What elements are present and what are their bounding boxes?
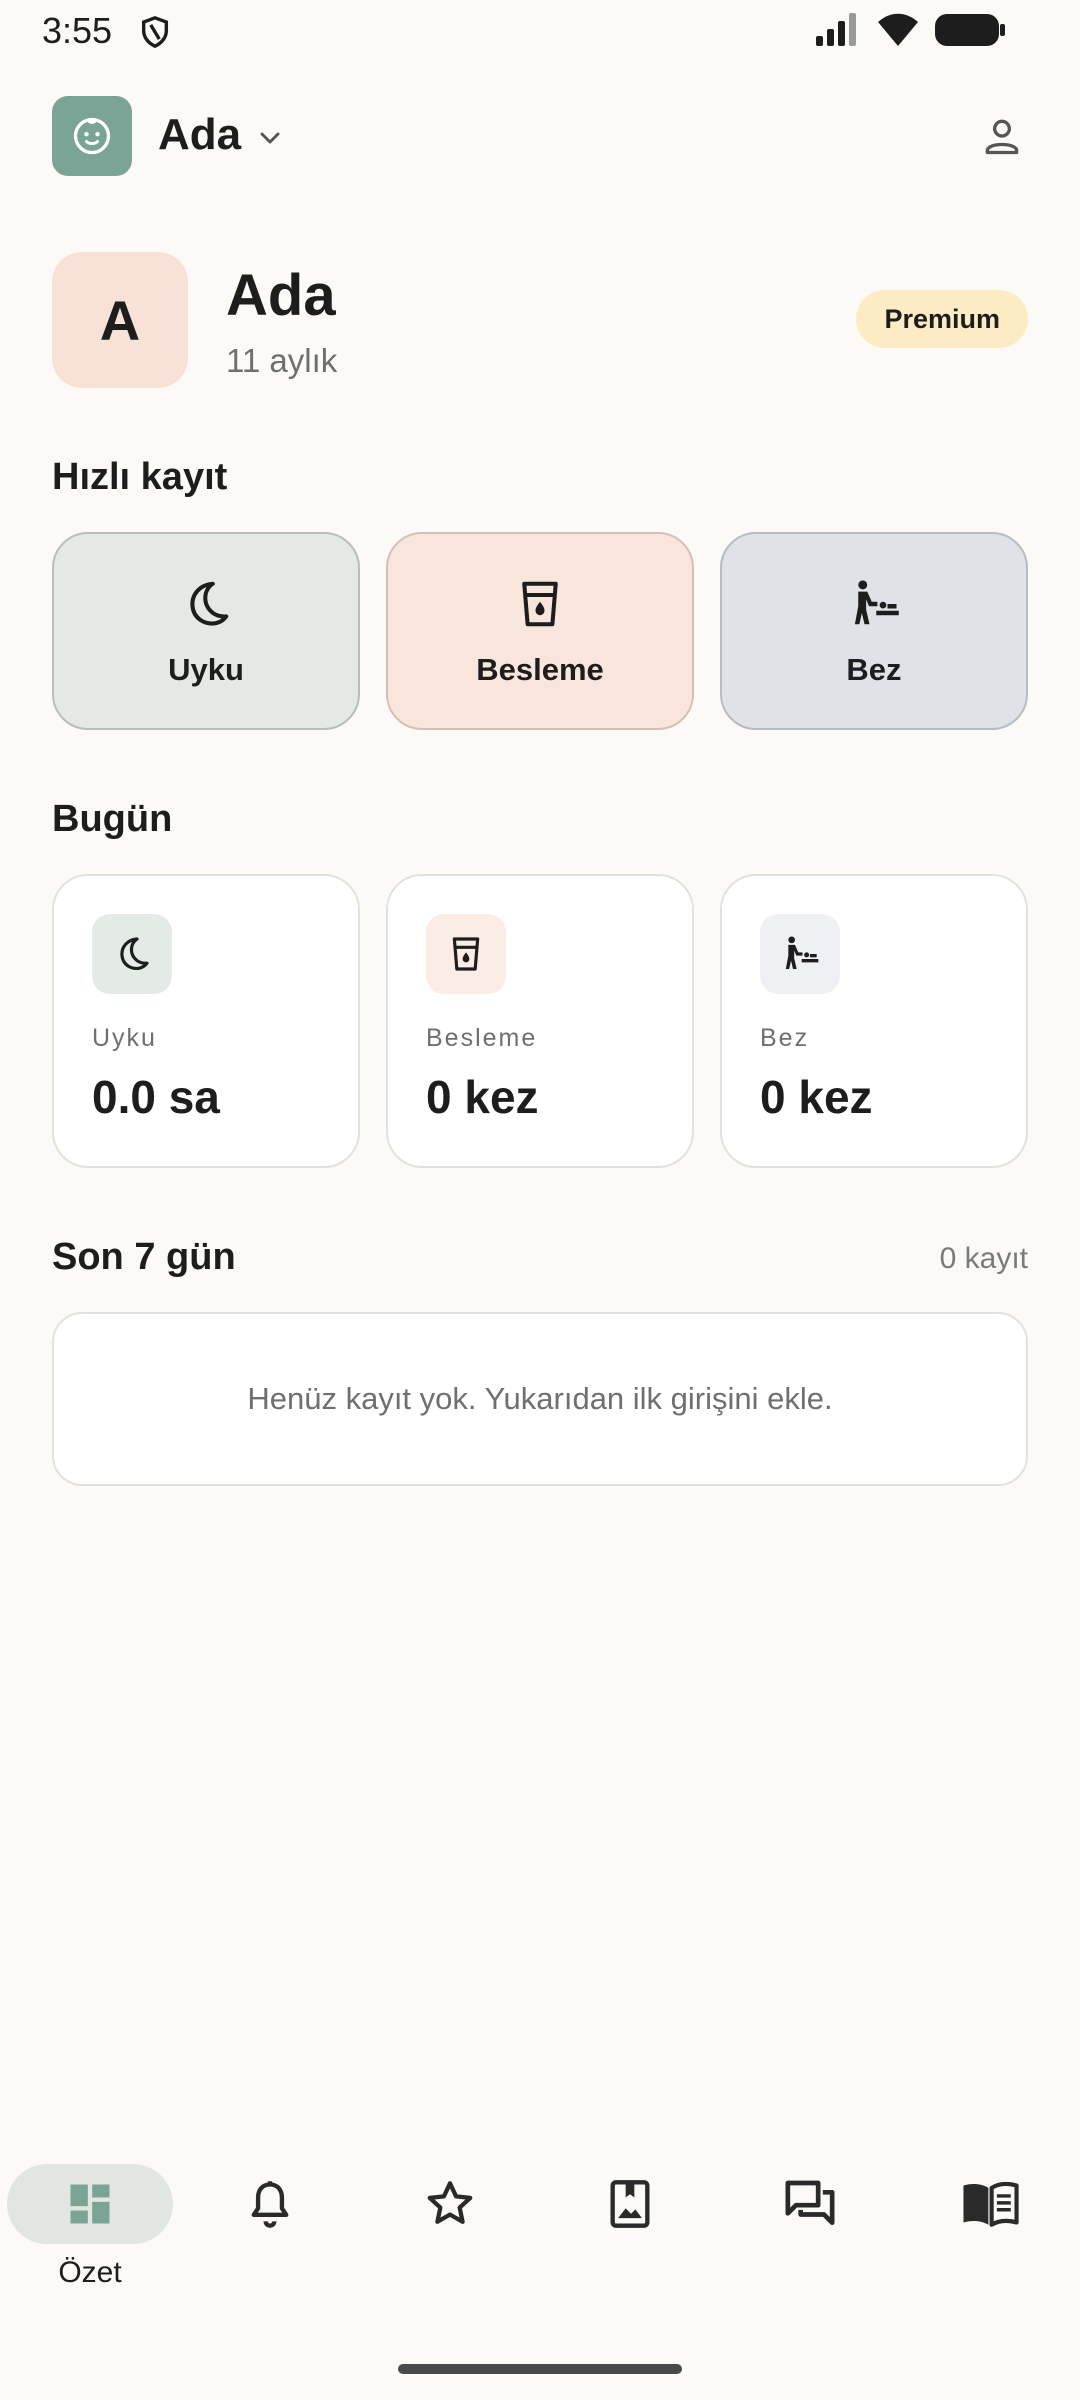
bottom-navigation: Özet <box>0 2150 1080 2310</box>
nav-item-chat[interactable] <box>720 2164 900 2294</box>
stat-card-feeding[interactable]: Besleme 0 kez <box>386 874 694 1168</box>
book-icon <box>907 2164 1073 2244</box>
dashboard-icon <box>7 2164 173 2244</box>
baby-face-icon[interactable] <box>52 96 132 176</box>
nav-item-notifications[interactable] <box>180 2164 360 2294</box>
child-avatar: A <box>52 252 188 388</box>
stat-value: 0 kez <box>426 1071 539 1123</box>
premium-badge[interactable]: Premium <box>856 290 1028 348</box>
empty-state-text: Henüz kayıt yok. Yukarıdan ilk girişini … <box>247 1381 833 1416</box>
quick-log-sleep-button[interactable]: Uyku <box>52 532 360 730</box>
quick-log-sleep-label: Uyku <box>168 652 244 687</box>
wifi-icon <box>878 13 918 46</box>
chevron-down-icon[interactable] <box>254 122 286 154</box>
bell-icon <box>187 2164 353 2244</box>
cup-icon <box>510 574 570 634</box>
child-age: 11 aylık <box>226 342 338 379</box>
quick-log-feeding-label: Besleme <box>476 652 604 687</box>
quick-log-row: Uyku Besleme Bez <box>52 532 1028 730</box>
status-time: 3:55 <box>42 10 113 51</box>
profile-switcher-name[interactable]: Ada <box>158 110 241 160</box>
child-header: A Ada 11 aylık Premium <box>52 252 1028 388</box>
star-icon <box>367 2164 533 2244</box>
stat-card-sleep[interactable]: Uyku 0.0 sa <box>52 874 360 1168</box>
cup-icon <box>426 914 506 994</box>
photo-album-icon <box>547 2164 713 2244</box>
top-app-bar: Ada <box>52 96 1028 176</box>
nav-item-album[interactable] <box>540 2164 720 2294</box>
shield-icon <box>141 16 169 49</box>
child-name: Ada <box>226 263 336 328</box>
last-7-days-title: Son 7 gün <box>52 1236 236 1278</box>
moon-icon <box>92 914 172 994</box>
records-count: 0 kayıt <box>939 1242 1028 1275</box>
home-indicator[interactable] <box>398 2364 682 2374</box>
quick-log-feeding-button[interactable]: Besleme <box>386 532 694 730</box>
quick-log-diaper-label: Bez <box>846 652 902 687</box>
stat-label: Uyku <box>92 1024 157 1052</box>
battery-icon <box>935 14 1005 46</box>
chat-icon <box>727 2164 893 2244</box>
status-bar: 3:55 <box>0 0 1080 62</box>
nav-item-favorites[interactable] <box>360 2164 540 2294</box>
today-title: Bugün <box>52 798 173 840</box>
nav-label: Özet <box>58 2256 122 2289</box>
baby-changing-icon <box>760 914 840 994</box>
stat-card-diaper[interactable]: Bez 0 kez <box>720 874 1028 1168</box>
person-icon <box>985 119 1019 155</box>
nav-item-summary[interactable]: Özet <box>0 2164 180 2294</box>
moon-icon <box>176 574 236 634</box>
account-button[interactable] <box>976 110 1028 162</box>
stat-label: Besleme <box>426 1024 538 1052</box>
stat-label: Bez <box>760 1024 810 1052</box>
quick-log-title: Hızlı kayıt <box>52 456 228 498</box>
nav-item-guide[interactable] <box>900 2164 1080 2294</box>
quick-log-diaper-button[interactable]: Bez <box>720 532 1028 730</box>
empty-state-card: Henüz kayıt yok. Yukarıdan ilk girişini … <box>52 1312 1028 1486</box>
baby-changing-icon <box>844 574 904 634</box>
signal-icon <box>816 13 856 46</box>
stat-value: 0 kez <box>760 1071 873 1123</box>
today-stats-row: Uyku 0.0 sa Besleme 0 kez Bez 0 kez <box>52 874 1028 1168</box>
stat-value: 0.0 sa <box>92 1071 220 1123</box>
